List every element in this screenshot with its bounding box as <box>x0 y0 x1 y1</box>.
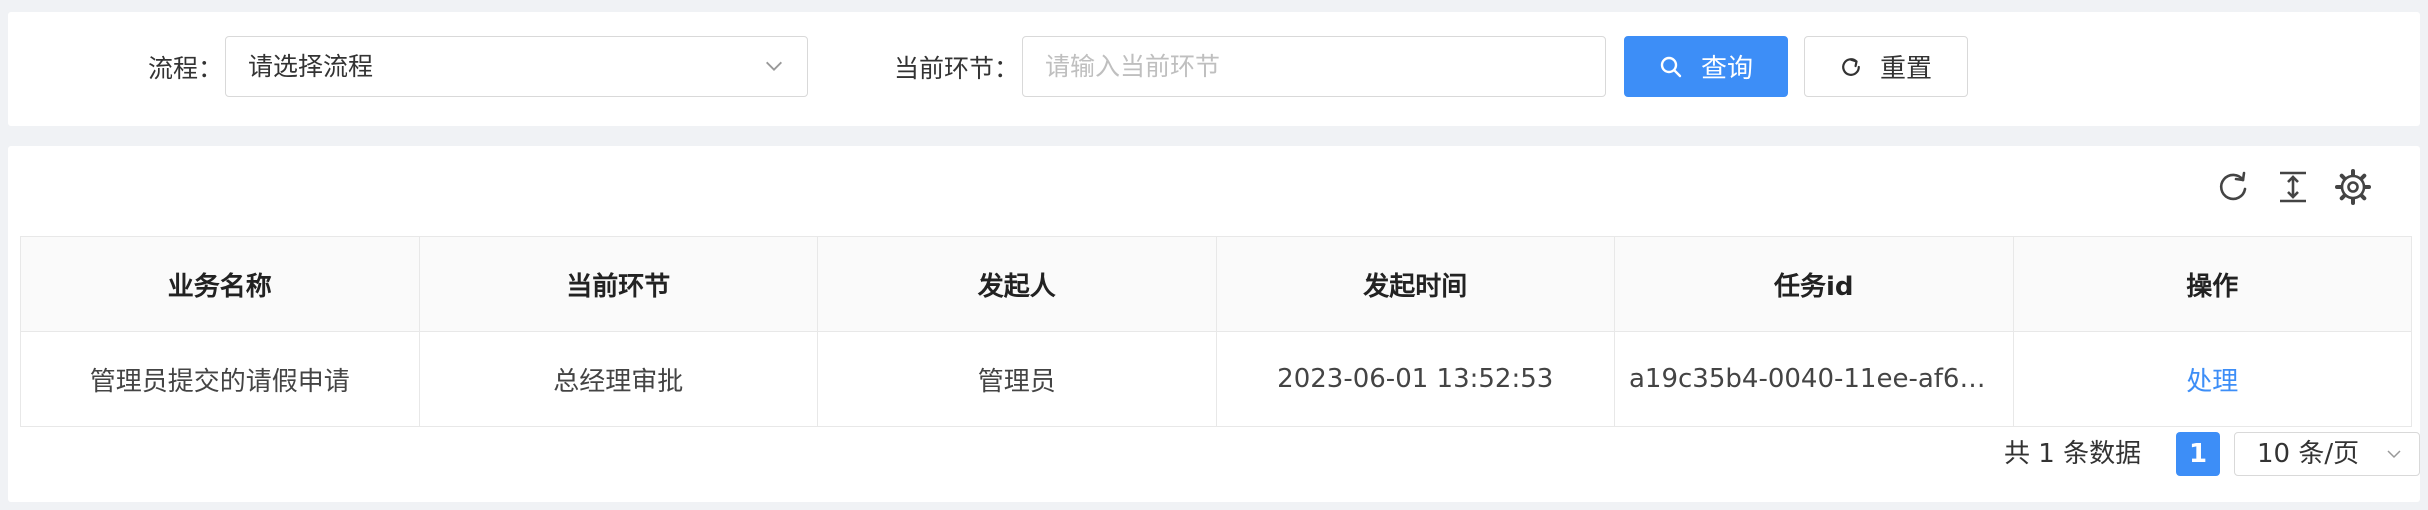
col-business-name: 业务名称 <box>20 236 420 332</box>
cell-current-node: 总经理审批 <box>418 331 818 427</box>
reload-icon <box>1842 57 1860 76</box>
cell-task-id: a19c35b4-0040-11ee-af6e... <box>1614 331 2014 427</box>
refresh-icon[interactable] <box>2214 168 2252 206</box>
search-icon <box>1660 56 1682 77</box>
task-table: 业务名称 当前环节 发起人 发起时间 任务id 操作 管理员提交的请假申请 总经… <box>20 236 2412 427</box>
process-link[interactable]: 处理 <box>2186 367 2238 397</box>
page-size-value: 10 条/页 <box>2257 439 2360 469</box>
table-header-row: 业务名称 当前环节 发起人 发起时间 任务id 操作 <box>20 236 2412 332</box>
pagination-page-1[interactable]: 1 <box>2176 432 2220 476</box>
table-panel: 业务名称 当前环节 发起人 发起时间 任务id 操作 管理员提交的请假申请 总经… <box>8 146 2420 502</box>
search-panel: 流程： 请选择流程 当前环节： 查询 重置 <box>8 12 2420 126</box>
cell-start-time: 2023-06-01 13:52:53 <box>1215 331 1615 427</box>
col-start-time: 发起时间 <box>1215 236 1615 332</box>
flow-label: 流程： <box>148 54 224 83</box>
flow-select[interactable]: 请选择流程 <box>225 36 808 97</box>
col-task-id: 任务id <box>1614 236 2014 332</box>
settings-icon[interactable] <box>2334 168 2372 206</box>
cell-initiator: 管理员 <box>817 331 1217 427</box>
query-button[interactable]: 查询 <box>1624 36 1788 97</box>
cell-business-name: 管理员提交的请假申请 <box>20 331 420 427</box>
reset-button[interactable]: 重置 <box>1804 36 1968 97</box>
col-action: 操作 <box>2012 236 2412 332</box>
chevron-down-icon <box>766 61 782 71</box>
page-size-select[interactable]: 10 条/页 <box>2234 432 2420 476</box>
flow-select-value: 请选择流程 <box>248 52 374 81</box>
current-node-input[interactable] <box>1022 36 1606 97</box>
col-initiator: 发起人 <box>817 236 1217 332</box>
current-node-label: 当前环节： <box>894 54 1020 83</box>
column-height-icon[interactable] <box>2274 168 2312 206</box>
query-button-label: 查询 <box>1700 54 1753 84</box>
table-row: 管理员提交的请假申请 总经理审批 管理员 2023-06-01 13:52:53… <box>20 331 2412 427</box>
reset-button-label: 重置 <box>1879 54 1932 84</box>
chevron-down-icon <box>2387 450 2401 459</box>
cell-action: 处理 <box>2012 331 2412 427</box>
col-current-node: 当前环节 <box>418 236 818 332</box>
pagination-total: 共 1 条数据 <box>2004 439 2142 469</box>
